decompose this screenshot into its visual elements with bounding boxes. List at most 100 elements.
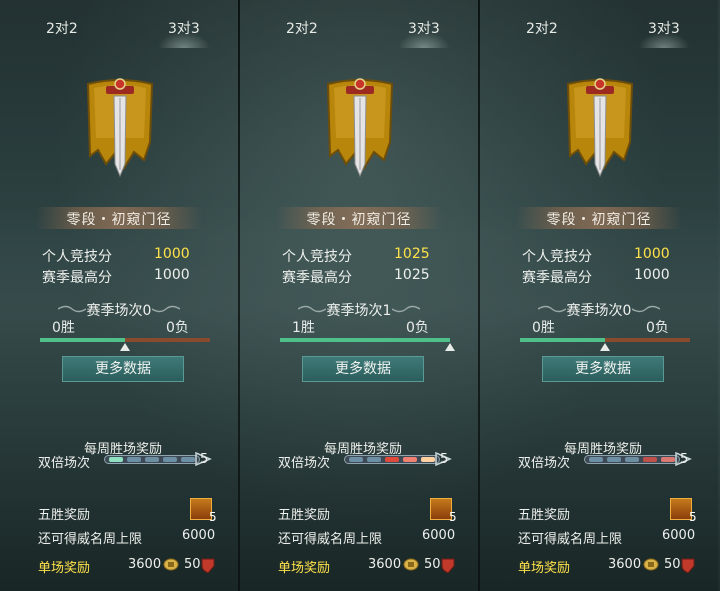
weekly-cap-value: 6000 xyxy=(422,528,456,543)
more-data-button[interactable]: 更多数据 xyxy=(62,356,184,382)
five-win-reward-label: 五胜奖励 xyxy=(38,508,91,523)
weekly-cap-label: 还可得威名周上限 xyxy=(518,532,623,547)
gold-coin-icon xyxy=(163,558,179,571)
mode-tabs: 2对2 3对3 xyxy=(240,0,478,48)
fame-shield-icon xyxy=(441,558,455,573)
gold-coin-icon xyxy=(403,558,419,571)
sword-banner-emblem-icon xyxy=(86,78,154,178)
double-matches-bar xyxy=(584,455,680,464)
tab-2v2[interactable]: 2对2 xyxy=(46,18,78,38)
win-fill xyxy=(520,338,605,342)
ornament-icon xyxy=(152,305,180,313)
weekly-cap-label: 还可得威名周上限 xyxy=(38,532,143,547)
double-seg xyxy=(349,457,363,462)
tab-2v2[interactable]: 2对2 xyxy=(286,18,318,38)
fame-shield-icon xyxy=(681,558,695,573)
double-seg xyxy=(367,457,381,462)
tab-2v2[interactable]: 2对2 xyxy=(526,18,558,38)
double-seg xyxy=(643,457,657,462)
win-loss-track xyxy=(520,338,690,342)
ornament-icon xyxy=(632,305,660,313)
win-loss-track xyxy=(280,338,450,342)
sword-banner-emblem-icon xyxy=(566,78,634,178)
win-fill xyxy=(280,338,450,342)
season-high-label: 赛季最高分 xyxy=(42,270,112,286)
losses-count: 0负 xyxy=(166,320,189,336)
tab-3v3[interactable]: 3对3 xyxy=(638,18,690,48)
weekly-cap-value: 6000 xyxy=(662,528,696,543)
season-matches: 赛季场次0 xyxy=(566,303,632,319)
season-high-label: 赛季最高分 xyxy=(282,270,352,286)
double-seg xyxy=(403,457,417,462)
personal-score-label: 个人竞技分 xyxy=(282,249,352,265)
single-gold-value: 3600 xyxy=(128,557,162,572)
losses-count: 0负 xyxy=(646,320,669,336)
season-high-value: 1000 xyxy=(634,267,670,283)
win-fill xyxy=(40,338,125,342)
season-high-label: 赛季最高分 xyxy=(522,270,592,286)
rank-name: 零段・初窥门径 xyxy=(546,212,652,228)
single-fame-value: 50 xyxy=(664,557,681,572)
personal-score-label: 个人竞技分 xyxy=(42,249,112,265)
five-win-reward-label: 五胜奖励 xyxy=(518,508,571,523)
double-matches-bar xyxy=(104,455,200,464)
season-high-value: 1000 xyxy=(154,267,190,283)
tab-3v3[interactable]: 3对3 xyxy=(158,18,210,48)
fame-shield-icon xyxy=(201,558,215,573)
season-matches: 赛季场次0 xyxy=(86,303,152,319)
win-loss-track xyxy=(40,338,210,342)
double-seg xyxy=(109,457,123,462)
double-matches-label: 双倍场次 xyxy=(518,456,571,471)
double-seg xyxy=(625,457,639,462)
personal-score-value: 1025 xyxy=(394,246,430,262)
double-matches-label: 双倍场次 xyxy=(278,456,331,471)
double-seg xyxy=(181,457,195,462)
rank-name: 零段・初窥门径 xyxy=(66,212,172,228)
more-data-button[interactable]: 更多数据 xyxy=(302,356,424,382)
single-gold-value: 3600 xyxy=(368,557,402,572)
rank-name: 零段・初窥门径 xyxy=(306,212,412,228)
double-seg xyxy=(163,457,177,462)
single-match-reward-label: 单场奖励 xyxy=(278,561,331,576)
season-high-value: 1025 xyxy=(394,267,430,283)
single-match-reward-label: 单场奖励 xyxy=(38,561,91,576)
double-seg xyxy=(421,457,435,462)
ornament-icon xyxy=(392,305,420,313)
personal-score-value: 1000 xyxy=(154,246,190,262)
track-marker xyxy=(120,343,130,351)
single-fame-value: 50 xyxy=(424,557,441,572)
tab-3v3[interactable]: 3对3 xyxy=(398,18,450,48)
double-matches-label: 双倍场次 xyxy=(38,456,91,471)
weekly-cap-label: 还可得威名周上限 xyxy=(278,532,383,547)
double-seg xyxy=(127,457,141,462)
single-match-reward-label: 单场奖励 xyxy=(518,561,571,576)
sword-banner-emblem-icon xyxy=(326,78,394,178)
losses-count: 0负 xyxy=(406,320,429,336)
double-seg xyxy=(145,457,159,462)
personal-score-value: 1000 xyxy=(634,246,670,262)
more-data-button[interactable]: 更多数据 xyxy=(542,356,664,382)
double-matches-bar xyxy=(344,455,440,464)
wins-count: 0胜 xyxy=(52,320,75,336)
season-matches: 赛季场次1 xyxy=(326,303,392,319)
wins-count: 1胜 xyxy=(292,320,315,336)
five-win-reward-label: 五胜奖励 xyxy=(278,508,331,523)
track-marker xyxy=(445,343,455,351)
chest-count: 5 xyxy=(689,510,697,524)
gold-coin-icon xyxy=(643,558,659,571)
double-seg xyxy=(589,457,603,462)
double-seg xyxy=(607,457,621,462)
single-fame-value: 50 xyxy=(184,557,201,572)
arena-panel-2: 2对2 3对3 零段・初窥门径 个人竞技分 1025 赛季最高分 1025 赛季… xyxy=(240,0,478,591)
double-seg xyxy=(385,457,399,462)
track-marker xyxy=(600,343,610,351)
double-count: 5 xyxy=(680,452,689,467)
double-count: 5 xyxy=(200,452,209,467)
single-gold-value: 3600 xyxy=(608,557,642,572)
personal-score-label: 个人竞技分 xyxy=(522,249,592,265)
arena-panel-3: 2对2 3对3 零段・初窥门径 个人竞技分 1000 赛季最高分 1000 赛季… xyxy=(480,0,718,591)
chest-count: 5 xyxy=(209,510,217,524)
chest-count: 5 xyxy=(449,510,457,524)
mode-tabs: 2对2 3对3 xyxy=(0,0,238,48)
double-count: 5 xyxy=(440,452,449,467)
